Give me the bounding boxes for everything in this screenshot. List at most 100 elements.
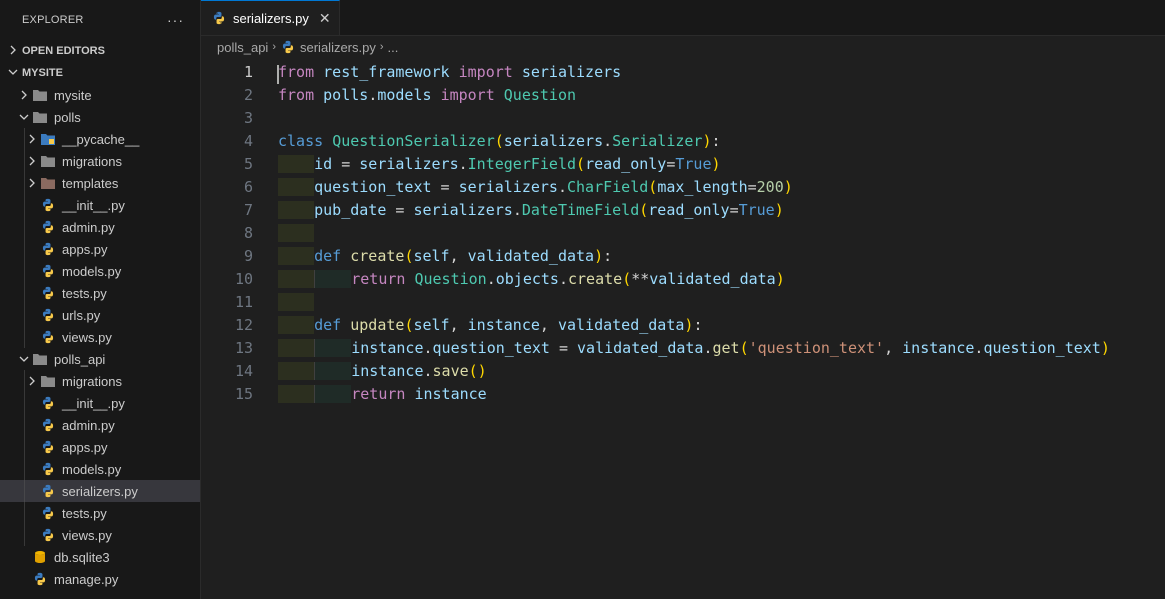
code-line[interactable]: 14 instance.save() [201,359,1165,382]
code-token: . [557,177,567,196]
code-token: validated_data [557,315,685,334]
tree-folder[interactable]: migrations [0,150,200,172]
tree-file[interactable]: db.sqlite3 [0,546,200,568]
tree-file[interactable]: tests.py [0,502,200,524]
breadcrumb-folder[interactable]: polls_api [217,40,268,55]
code-line[interactable]: 2 from polls.models import Question [201,83,1165,106]
tree-folder[interactable]: mysite [0,84,200,106]
code-token: . [603,131,613,150]
code-line[interactable]: 4 class QuestionSerializer(serializers.Se… [201,129,1165,152]
code-token: True [675,154,712,173]
code-editor[interactable]: 1 from rest_framework import serializers 2… [201,60,1165,405]
code-line[interactable]: 1 from rest_framework import serializers [201,60,1165,84]
tree-file[interactable]: __init__.py [0,194,200,216]
open-editors-section[interactable]: OPEN EDITORS [0,40,200,62]
code-token: . [558,269,568,288]
tree-file[interactable]: admin.py [0,216,200,238]
code-token: self [413,246,450,265]
tab-serializers[interactable]: serializers.py ✕ [201,0,340,35]
tree-file[interactable]: urls.py [0,304,200,326]
tree-file[interactable]: views.py [0,524,200,546]
code-token: serializers [413,200,513,219]
tree-file[interactable]: apps.py [0,436,200,458]
tab-bar: serializers.py ✕ [201,0,1165,36]
code-line[interactable]: 13 instance.question_text = validated_da… [201,336,1165,359]
chevron-right-icon: › [272,41,276,53]
tree-file[interactable]: models.py [0,458,200,480]
tree-item-label: tests.py [62,505,107,521]
code-token: True [738,200,775,219]
python-file-icon [32,571,48,587]
code-token: = [332,154,360,173]
python-file-icon [40,483,56,499]
tree-folder[interactable]: templates [0,172,200,194]
tree-item-label: migrations [62,373,122,389]
workspace-label: MYSITE [22,67,63,79]
line-number: 8 [243,223,253,242]
code-token: question_text [314,177,432,196]
code-token: ) [711,154,721,173]
line-number: 11 [234,292,253,311]
tree-folder[interactable]: polls [0,106,200,128]
workspace-section[interactable]: MYSITE [0,62,200,84]
code-token: , [884,338,903,357]
tree-folder[interactable]: polls_api [0,348,200,370]
tree-item-label: __pycache__ [62,131,140,147]
code-line[interactable]: 10 return Question.objects.create(**vali… [201,267,1165,290]
code-token: . [486,269,496,288]
indent-guide [24,370,25,392]
indent-guide [278,177,315,196]
tree-file[interactable]: serializers.py [0,480,200,502]
line-number: 14 [234,361,253,380]
tree-file[interactable]: tests.py [0,282,200,304]
code-token: create [568,269,623,288]
code-line[interactable]: 3 [201,106,1165,129]
code-line[interactable]: 8 [201,221,1165,244]
indent-guide [24,502,25,524]
tree-file[interactable]: views.py [0,326,200,348]
code-token: IntegerField [467,154,577,173]
code-line[interactable]: 5 id = serializers.IntegerField(read_onl… [201,152,1165,175]
code-token: self [413,315,450,334]
tree-file[interactable]: models.py [0,260,200,282]
indent-guide [278,223,315,242]
tree-item-label: polls_api [54,351,106,367]
code-token: max_length [657,177,748,196]
code-token: instance [351,338,424,357]
tree-file[interactable]: admin.py [0,414,200,436]
code-line[interactable]: 12 def update(self, instance, validated_… [201,313,1165,336]
folder-icon [40,373,56,389]
code-token: get [712,338,740,357]
tree-file[interactable]: __init__.py [0,392,200,414]
breadcrumb-more[interactable]: ... [388,40,399,55]
code-text: def update(self, instance, validated_dat… [278,315,702,334]
code-line[interactable]: 7 pub_date = serializers.DateTimeField(r… [201,198,1165,221]
more-actions-icon[interactable]: ··· [167,12,184,28]
tree-item-label: views.py [62,527,112,543]
line-number: 3 [243,108,253,127]
code-token: instance [467,315,540,334]
code-text [278,292,315,311]
code-token: ) [702,131,712,150]
python-file-icon [40,219,56,235]
code-token: from [278,62,315,81]
chevron-right-icon [24,134,40,144]
tree-file[interactable]: apps.py [0,238,200,260]
explorer-title: EXPLORER [22,14,84,26]
breadcrumb-file[interactable]: serializers.py [300,40,376,55]
code-token: Question [503,85,577,104]
indent-guide [278,338,315,357]
tree-folder[interactable]: __pycache__ [0,128,200,150]
code-token: save [432,361,469,380]
code-line[interactable]: 11 [201,290,1165,313]
code-line[interactable]: 6 question_text = serializers.CharField(… [201,175,1165,198]
tree-folder[interactable]: migrations [0,370,200,392]
close-icon[interactable]: ✕ [319,10,331,27]
code-line[interactable]: 9 def create(self, validated_data): [201,244,1165,267]
code-line[interactable]: 15 return instance [201,382,1165,405]
tree-file[interactable]: manage.py [0,568,200,590]
